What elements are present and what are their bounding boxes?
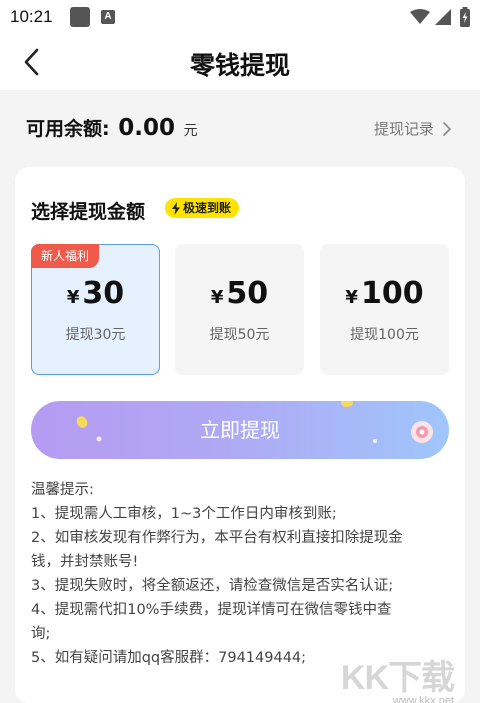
- page-title: 零钱提现: [189, 51, 290, 80]
- tips-line: 询;: [31, 626, 51, 642]
- tips-line: 1、提现需人工审核，1~3个工作日内审核到账;: [31, 506, 337, 522]
- tips-line: 3、提现失败时，将全额返还，请检查微信是否实名认证;: [31, 578, 394, 594]
- newbie-tag: 新人福利: [31, 244, 100, 268]
- withdraw-record-link[interactable]: 提现记录: [374, 118, 452, 139]
- status-time: 10:21: [10, 7, 53, 26]
- coin-decoration-icon: [76, 416, 88, 428]
- balance-label-text: 可用余额:: [26, 118, 110, 140]
- tips-line: 钱，并封禁账号!: [31, 554, 139, 570]
- watermark: KK下载 www.kkx.net: [340, 650, 455, 703]
- tips-heading: 温馨提示:: [31, 482, 94, 498]
- watermark-text: KK下载: [340, 659, 455, 697]
- amount-option-50[interactable]: ¥50 提现50元: [175, 244, 304, 375]
- section-title: 选择提现金额: [31, 201, 146, 223]
- sparkle-decoration-icon: [96, 436, 102, 442]
- amount-number: 30: [82, 276, 125, 311]
- withdraw-record-label: 提现记录: [373, 120, 434, 138]
- withdraw-now-label: 立即提现: [200, 418, 280, 442]
- amount-option-100[interactable]: ¥100 提现100元: [320, 244, 449, 375]
- coin-decoration-icon: [341, 401, 353, 407]
- gift-decoration-icon: [411, 421, 433, 443]
- fast-arrival-badge: 极速到账: [165, 198, 240, 218]
- currency-symbol: ¥: [66, 287, 80, 308]
- currency-symbol: ¥: [210, 287, 224, 308]
- currency-symbol: ¥: [345, 287, 358, 308]
- battery-charging-icon: [460, 7, 470, 27]
- fast-arrival-label: 极速到账: [183, 201, 232, 215]
- lightning-icon: [172, 201, 180, 215]
- amount-desc: 提现50元: [209, 327, 270, 343]
- signal-icon: [435, 9, 451, 25]
- amount-desc: 提现30元: [65, 327, 126, 343]
- withdraw-now-button[interactable]: 立即提现: [31, 401, 449, 459]
- a-notification-icon: A: [101, 10, 115, 24]
- nav-bar: 零钱提现: [0, 34, 480, 90]
- status-bar: 10:21 A: [0, 0, 480, 34]
- tips-section: 温馨提示: 1、提现需人工审核，1~3个工作日内审核到账; 2、如审核发现有作弊…: [31, 478, 451, 670]
- withdraw-card: 选择提现金额 极速到账 新人福利 ¥30 提现30元 ¥50 提现50元 ¥10…: [15, 167, 465, 703]
- amount-value: ¥50: [175, 276, 304, 311]
- tips-line: 4、提现需代扣10%手续费，提现详情可在微信零钱中查: [31, 602, 392, 618]
- amount-number: 50: [226, 276, 269, 311]
- tips-line: 2、如审核发现有作弊行为，本平台有权利直接扣除提现金: [31, 530, 403, 546]
- amount-desc: 提现100元: [350, 327, 419, 343]
- amount-value: ¥30: [32, 276, 159, 311]
- chevron-right-icon: [443, 121, 451, 136]
- wifi-icon: [410, 9, 430, 24]
- balance-row: 可用余额: 0.00 元 提现记录: [0, 90, 480, 162]
- notification-square-icon: [70, 7, 90, 27]
- balance-unit: 元: [183, 123, 198, 139]
- balance-label: 可用余额: 0.00 元: [26, 114, 198, 141]
- amount-option-30[interactable]: 新人福利 ¥30 提现30元: [31, 244, 160, 375]
- balance-value: 0.00: [118, 115, 175, 141]
- amount-value: ¥100: [320, 276, 449, 311]
- amount-number: 100: [360, 276, 424, 311]
- sparkle-decoration-icon: [373, 439, 377, 443]
